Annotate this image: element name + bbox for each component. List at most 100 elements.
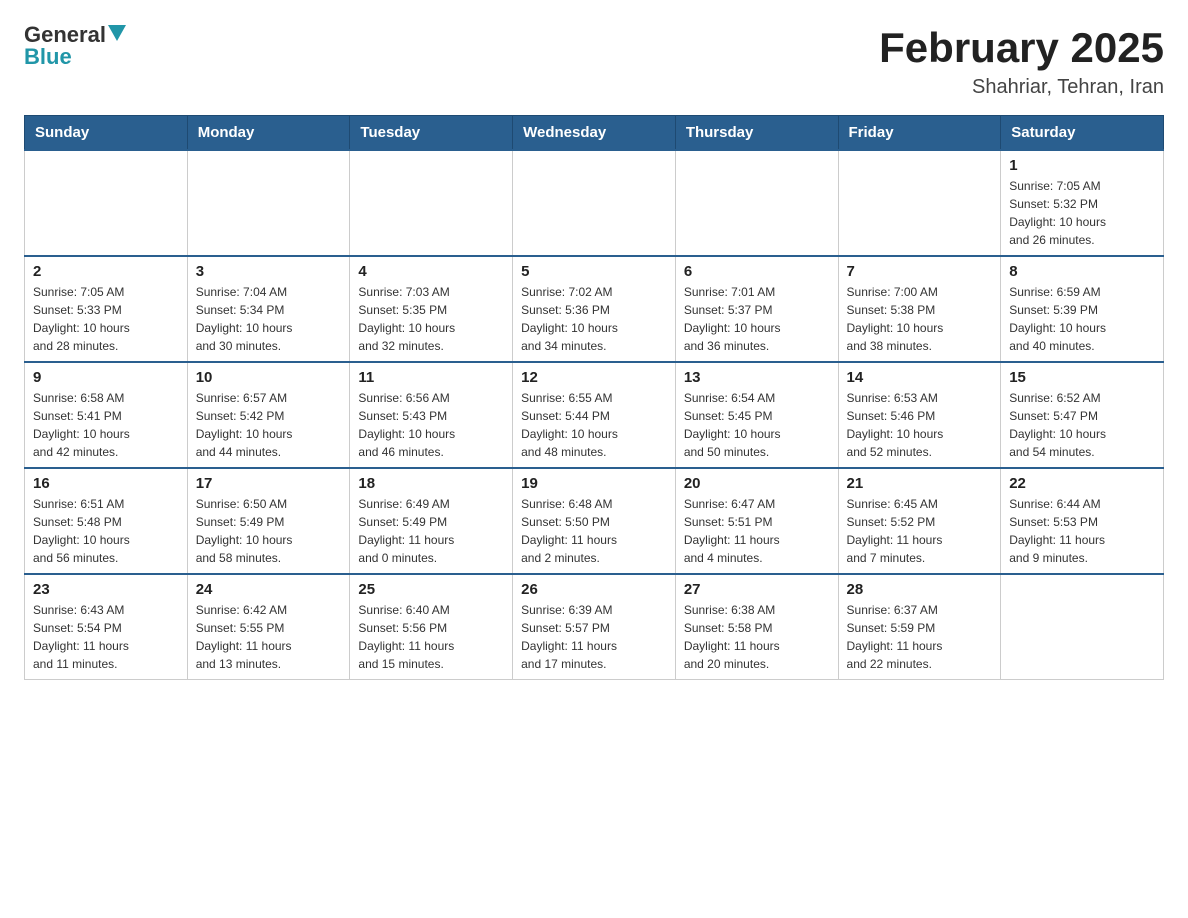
calendar-day-header: Thursday <box>675 116 838 151</box>
calendar-cell: 3 Sunrise: 7:04 AM Sunset: 5:34 PM Daylig… <box>187 256 350 362</box>
calendar-day-header: Tuesday <box>350 116 513 151</box>
logo-arrow-icon <box>108 25 126 41</box>
logo-general-text: General <box>24 24 106 46</box>
day-number: 10 <box>196 369 342 386</box>
logo: General Blue <box>24 24 126 69</box>
calendar-cell: 20 Sunrise: 6:47 AM Sunset: 5:51 PM Dayli… <box>675 468 838 574</box>
calendar-cell: 11 Sunrise: 6:56 AM Sunset: 5:43 PM Dayli… <box>350 362 513 468</box>
calendar-cell <box>350 150 513 256</box>
day-info: Sunrise: 6:42 AM Sunset: 5:55 PM Dayligh… <box>196 601 342 673</box>
calendar-cell: 15 Sunrise: 6:52 AM Sunset: 5:47 PM Dayli… <box>1001 362 1164 468</box>
calendar-cell <box>187 150 350 256</box>
calendar-cell <box>1001 574 1164 680</box>
page-header: General Blue February 2025 Shahriar, Teh… <box>24 24 1164 99</box>
day-number: 27 <box>684 581 830 598</box>
day-number: 13 <box>684 369 830 386</box>
day-number: 28 <box>847 581 993 598</box>
day-info: Sunrise: 7:05 AM Sunset: 5:33 PM Dayligh… <box>33 283 179 355</box>
calendar-cell: 19 Sunrise: 6:48 AM Sunset: 5:50 PM Dayli… <box>513 468 676 574</box>
calendar-day-header: Friday <box>838 116 1001 151</box>
day-info: Sunrise: 6:49 AM Sunset: 5:49 PM Dayligh… <box>358 495 504 567</box>
calendar-table: SundayMondayTuesdayWednesdayThursdayFrid… <box>24 115 1164 680</box>
calendar-cell <box>513 150 676 256</box>
calendar-cell: 17Sunrise: 6:50 AM Sunset: 5:49 PM Dayli… <box>187 468 350 574</box>
day-info: Sunrise: 7:00 AM Sunset: 5:38 PM Dayligh… <box>847 283 993 355</box>
day-info: Sunrise: 6:51 AM Sunset: 5:48 PM Dayligh… <box>33 495 179 567</box>
calendar-cell <box>675 150 838 256</box>
day-number: 22 <box>1009 475 1155 492</box>
calendar-cell: 16Sunrise: 6:51 AM Sunset: 5:48 PM Dayli… <box>25 468 188 574</box>
calendar-week-row: 23 Sunrise: 6:43 AM Sunset: 5:54 PM Dayli… <box>25 574 1164 680</box>
day-number: 24 <box>196 581 342 598</box>
calendar-cell: 27Sunrise: 6:38 AM Sunset: 5:58 PM Dayli… <box>675 574 838 680</box>
calendar-cell: 18 Sunrise: 6:49 AM Sunset: 5:49 PM Dayli… <box>350 468 513 574</box>
day-info: Sunrise: 6:56 AM Sunset: 5:43 PM Dayligh… <box>358 389 504 461</box>
calendar-cell: 22 Sunrise: 6:44 AM Sunset: 5:53 PM Dayli… <box>1001 468 1164 574</box>
calendar-cell: 4 Sunrise: 7:03 AM Sunset: 5:35 PM Daylig… <box>350 256 513 362</box>
calendar-location: Shahriar, Tehran, Iran <box>879 76 1164 99</box>
day-number: 1 <box>1009 157 1155 174</box>
day-number: 14 <box>847 369 993 386</box>
day-number: 4 <box>358 263 504 280</box>
calendar-cell <box>838 150 1001 256</box>
calendar-cell: 7 Sunrise: 7:00 AM Sunset: 5:38 PM Daylig… <box>838 256 1001 362</box>
calendar-day-header: Monday <box>187 116 350 151</box>
day-number: 19 <box>521 475 667 492</box>
calendar-title: February 2025 <box>879 24 1164 72</box>
day-info: Sunrise: 6:48 AM Sunset: 5:50 PM Dayligh… <box>521 495 667 567</box>
calendar-week-row: 2 Sunrise: 7:05 AM Sunset: 5:33 PM Daylig… <box>25 256 1164 362</box>
day-number: 3 <box>196 263 342 280</box>
day-info: Sunrise: 7:04 AM Sunset: 5:34 PM Dayligh… <box>196 283 342 355</box>
calendar-cell: 21 Sunrise: 6:45 AM Sunset: 5:52 PM Dayli… <box>838 468 1001 574</box>
calendar-cell: 13 Sunrise: 6:54 AM Sunset: 5:45 PM Dayli… <box>675 362 838 468</box>
day-info: Sunrise: 6:59 AM Sunset: 5:39 PM Dayligh… <box>1009 283 1155 355</box>
day-number: 18 <box>358 475 504 492</box>
day-info: Sunrise: 6:57 AM Sunset: 5:42 PM Dayligh… <box>196 389 342 461</box>
logo-blue-text: Blue <box>24 44 72 69</box>
day-number: 2 <box>33 263 179 280</box>
title-block: February 2025 Shahriar, Tehran, Iran <box>879 24 1164 99</box>
day-info: Sunrise: 6:52 AM Sunset: 5:47 PM Dayligh… <box>1009 389 1155 461</box>
day-number: 23 <box>33 581 179 598</box>
calendar-cell: 28Sunrise: 6:37 AM Sunset: 5:59 PM Dayli… <box>838 574 1001 680</box>
day-info: Sunrise: 7:03 AM Sunset: 5:35 PM Dayligh… <box>358 283 504 355</box>
day-info: Sunrise: 6:43 AM Sunset: 5:54 PM Dayligh… <box>33 601 179 673</box>
calendar-cell: 2 Sunrise: 7:05 AM Sunset: 5:33 PM Daylig… <box>25 256 188 362</box>
day-info: Sunrise: 6:54 AM Sunset: 5:45 PM Dayligh… <box>684 389 830 461</box>
day-info: Sunrise: 7:05 AM Sunset: 5:32 PM Dayligh… <box>1009 177 1155 249</box>
day-info: Sunrise: 7:01 AM Sunset: 5:37 PM Dayligh… <box>684 283 830 355</box>
day-info: Sunrise: 6:44 AM Sunset: 5:53 PM Dayligh… <box>1009 495 1155 567</box>
calendar-cell: 5Sunrise: 7:02 AM Sunset: 5:36 PM Daylig… <box>513 256 676 362</box>
day-number: 20 <box>684 475 830 492</box>
day-info: Sunrise: 6:45 AM Sunset: 5:52 PM Dayligh… <box>847 495 993 567</box>
calendar-cell: 8 Sunrise: 6:59 AM Sunset: 5:39 PM Daylig… <box>1001 256 1164 362</box>
calendar-day-header: Saturday <box>1001 116 1164 151</box>
calendar-cell: 14 Sunrise: 6:53 AM Sunset: 5:46 PM Dayli… <box>838 362 1001 468</box>
calendar-header-row: SundayMondayTuesdayWednesdayThursdayFrid… <box>25 116 1164 151</box>
calendar-week-row: 9Sunrise: 6:58 AM Sunset: 5:41 PM Daylig… <box>25 362 1164 468</box>
day-info: Sunrise: 6:55 AM Sunset: 5:44 PM Dayligh… <box>521 389 667 461</box>
day-number: 6 <box>684 263 830 280</box>
day-info: Sunrise: 6:53 AM Sunset: 5:46 PM Dayligh… <box>847 389 993 461</box>
calendar-day-header: Sunday <box>25 116 188 151</box>
calendar-cell: 9Sunrise: 6:58 AM Sunset: 5:41 PM Daylig… <box>25 362 188 468</box>
calendar-cell: 24 Sunrise: 6:42 AM Sunset: 5:55 PM Dayli… <box>187 574 350 680</box>
day-number: 21 <box>847 475 993 492</box>
calendar-cell: 12Sunrise: 6:55 AM Sunset: 5:44 PM Dayli… <box>513 362 676 468</box>
day-info: Sunrise: 6:58 AM Sunset: 5:41 PM Dayligh… <box>33 389 179 461</box>
calendar-cell <box>25 150 188 256</box>
calendar-cell: 1 Sunrise: 7:05 AM Sunset: 5:32 PM Daylig… <box>1001 150 1164 256</box>
calendar-cell: 26Sunrise: 6:39 AM Sunset: 5:57 PM Dayli… <box>513 574 676 680</box>
calendar-week-row: 16Sunrise: 6:51 AM Sunset: 5:48 PM Dayli… <box>25 468 1164 574</box>
calendar-week-row: 1 Sunrise: 7:05 AM Sunset: 5:32 PM Daylig… <box>25 150 1164 256</box>
day-number: 15 <box>1009 369 1155 386</box>
day-number: 25 <box>358 581 504 598</box>
day-info: Sunrise: 6:50 AM Sunset: 5:49 PM Dayligh… <box>196 495 342 567</box>
day-number: 11 <box>358 369 504 386</box>
day-info: Sunrise: 6:40 AM Sunset: 5:56 PM Dayligh… <box>358 601 504 673</box>
day-info: Sunrise: 6:47 AM Sunset: 5:51 PM Dayligh… <box>684 495 830 567</box>
day-number: 8 <box>1009 263 1155 280</box>
day-number: 5 <box>521 263 667 280</box>
day-number: 7 <box>847 263 993 280</box>
calendar-cell: 25 Sunrise: 6:40 AM Sunset: 5:56 PM Dayli… <box>350 574 513 680</box>
